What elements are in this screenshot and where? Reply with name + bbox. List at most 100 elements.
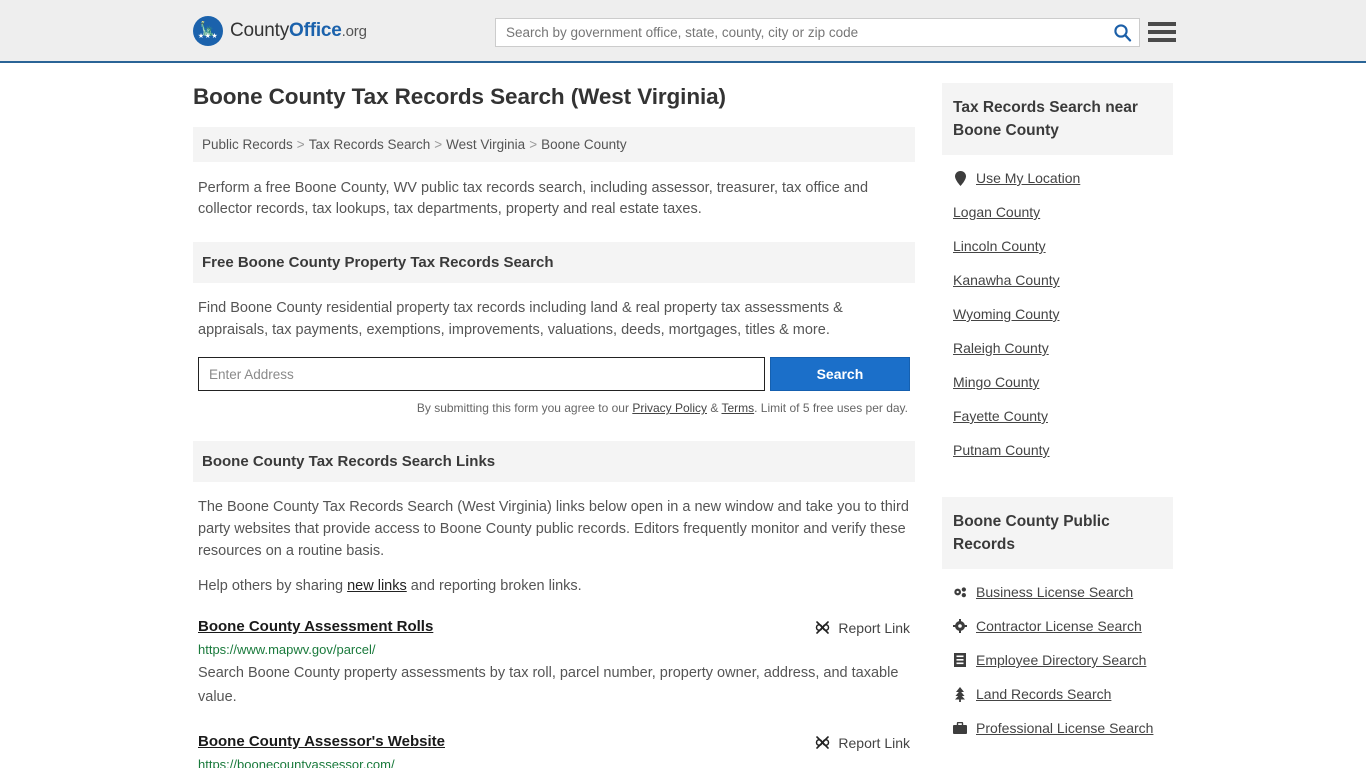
sidebar-item-mingo-county[interactable]: Mingo County xyxy=(953,365,1173,399)
disclaimer-amp: & xyxy=(707,401,722,415)
sidebar-item-land-records-search[interactable]: Land Records Search xyxy=(953,677,1173,711)
book-icon xyxy=(953,653,967,667)
hamburger-menu-icon[interactable] xyxy=(1148,19,1176,45)
breadcrumb-item-west-virginia[interactable]: West Virginia xyxy=(446,137,525,152)
sidebar-item-kanawha-county[interactable]: Kanawha County xyxy=(953,263,1173,297)
sidebar-item-label[interactable]: Raleigh County xyxy=(953,340,1049,356)
disclaimer-suffix: . Limit of 5 free uses per day. xyxy=(754,401,908,415)
search-button[interactable] xyxy=(1105,19,1139,46)
cogs-icon xyxy=(953,586,967,599)
links-section-body: The Boone County Tax Records Search (Wes… xyxy=(193,482,915,562)
logo-text-org: .org xyxy=(341,22,367,40)
report-link-label: Report Link xyxy=(838,734,910,751)
list-item: Boone County Assessment Rolls Report Lin… xyxy=(193,618,915,709)
report-link-label: Report Link xyxy=(838,619,910,636)
terms-link[interactable]: Terms xyxy=(721,401,754,415)
logo-text-county: County xyxy=(230,19,290,41)
broken-link-icon xyxy=(816,621,830,634)
new-links-link[interactable]: new links xyxy=(347,578,407,594)
breadcrumb: Public Records > Tax Records Search > West V… xyxy=(193,127,915,162)
briefcase-icon xyxy=(953,722,967,734)
sidebar-item-label[interactable]: Kanawha County xyxy=(953,272,1060,288)
breadcrumb-separator: > xyxy=(434,137,443,152)
links-section-description: The Boone County Tax Records Search (Wes… xyxy=(198,499,909,559)
helper-suffix: and reporting broken links. xyxy=(406,578,582,594)
list-item: Boone County Assessor's Website Report L… xyxy=(193,733,915,768)
result-link-title[interactable]: Boone County Assessor's Website xyxy=(198,733,445,750)
hamburger-bar xyxy=(1148,30,1176,34)
report-link-button[interactable]: Report Link xyxy=(814,733,910,751)
breadcrumb-item-public-records[interactable]: Public Records xyxy=(202,137,293,152)
hamburger-bar xyxy=(1148,22,1176,26)
logo-wordmark: CountyOffice.org xyxy=(230,20,367,42)
result-link-title[interactable]: Boone County Assessment Rolls xyxy=(198,618,433,635)
sidebar-item-professional-license-search[interactable]: Professional License Search xyxy=(953,711,1173,745)
breadcrumb-item-boone-county[interactable]: Boone County xyxy=(541,137,627,152)
sidebar-item-label[interactable]: Business License Search xyxy=(976,584,1133,600)
sidebar-item-employee-directory-search[interactable]: Employee Directory Search xyxy=(953,643,1173,677)
sidebar-public-records-block: Boone County Public Records Business Lic… xyxy=(942,497,1173,745)
sidebar-item-wyoming-county[interactable]: Wyoming County xyxy=(953,297,1173,331)
sidebar-item-label[interactable]: Wyoming County xyxy=(953,306,1059,322)
sidebar: Tax Records Search near Boone County Use… xyxy=(942,83,1173,768)
eagle-icon: 🗽 xyxy=(199,20,217,36)
sidebar-item-lincoln-county[interactable]: Lincoln County xyxy=(953,229,1173,263)
site-logo[interactable]: 🗽 ★★★ CountyOffice.org xyxy=(193,15,367,46)
broken-link-icon xyxy=(816,736,830,749)
sidebar-item-fayette-county[interactable]: Fayette County xyxy=(953,399,1173,433)
sidebar-item-label[interactable]: Professional License Search xyxy=(976,720,1153,736)
sidebar-item-label[interactable]: Use My Location xyxy=(976,170,1080,186)
links-section: Boone County Tax Records Search Links Th… xyxy=(193,441,915,768)
address-search-form: Search xyxy=(198,357,910,391)
breadcrumb-separator: > xyxy=(296,137,305,152)
global-search-bar[interactable] xyxy=(495,18,1140,47)
report-link-button[interactable]: Report Link xyxy=(814,618,910,636)
main-content: Boone County Tax Records Search (West Vi… xyxy=(193,83,915,768)
page-title: Boone County Tax Records Search (West Vi… xyxy=(193,84,726,109)
breadcrumb-item-tax-records-search[interactable]: Tax Records Search xyxy=(309,137,431,152)
privacy-policy-link[interactable]: Privacy Policy xyxy=(632,401,707,415)
search-icon xyxy=(1113,24,1131,42)
sidebar-item-label[interactable]: Lincoln County xyxy=(953,238,1046,254)
site-header: 🗽 ★★★ CountyOffice.org xyxy=(0,0,1366,63)
sidebar-item-raleigh-county[interactable]: Raleigh County xyxy=(953,331,1173,365)
property-search-panel: Find Boone County residential property t… xyxy=(193,283,915,415)
sidebar-item-label[interactable]: Putnam County xyxy=(953,442,1050,458)
sidebar-item-business-license-search[interactable]: Business License Search xyxy=(953,575,1173,609)
share-links-helper: Help others by sharing new links and rep… xyxy=(193,578,915,594)
sidebar-item-logan-county[interactable]: Logan County xyxy=(953,195,1173,229)
sidebar-item-contractor-license-search[interactable]: Contractor License Search xyxy=(953,609,1173,643)
breadcrumb-separator: > xyxy=(529,137,538,152)
search-input[interactable] xyxy=(496,19,1105,46)
sidebar-item-putnam-county[interactable]: Putnam County xyxy=(953,433,1173,467)
sidebar-item-label[interactable]: Fayette County xyxy=(953,408,1048,424)
location-pin-icon xyxy=(953,170,967,186)
property-search-description: Find Boone County residential property t… xyxy=(198,300,843,338)
sidebar-item-label[interactable]: Mingo County xyxy=(953,374,1039,390)
page-intro-text: Perform a free Boone County, WV public t… xyxy=(198,180,869,217)
disclaimer-prefix: By submitting this form you agree to our xyxy=(416,401,633,415)
property-search-heading: Free Boone County Property Tax Records S… xyxy=(193,242,915,283)
sidebar-item-label[interactable]: Land Records Search xyxy=(976,686,1111,702)
sidebar-item-label[interactable]: Contractor License Search xyxy=(976,618,1142,634)
sidebar-item-label[interactable]: Logan County xyxy=(953,204,1040,220)
links-section-heading: Boone County Tax Records Search Links xyxy=(193,441,915,482)
result-link-url[interactable]: https://boonecountyassessor.com/ xyxy=(198,757,910,768)
logo-text-office: Office xyxy=(289,19,342,41)
sidebar-item-label[interactable]: Employee Directory Search xyxy=(976,652,1146,668)
page-body: Boone County Tax Records Search (West Vi… xyxy=(0,63,1366,768)
helper-prefix: Help others by sharing xyxy=(198,578,348,594)
sidebar-item-use-my-location[interactable]: Use My Location xyxy=(953,161,1173,195)
address-input[interactable] xyxy=(198,357,765,391)
sidebar-public-records-list: Business License Search Contractor Licen… xyxy=(942,569,1173,745)
countyoffice-emblem-icon: 🗽 ★★★ xyxy=(193,15,223,46)
form-disclaimer: By submitting this form you agree to our… xyxy=(198,401,910,415)
gear-icon xyxy=(953,619,967,633)
sidebar-nearby-list: Use My Location Logan County Lincoln Cou… xyxy=(942,155,1173,467)
address-search-submit-button[interactable]: Search xyxy=(769,357,910,391)
stars-icon: ★★★ xyxy=(197,32,219,40)
sidebar-nearby-heading: Tax Records Search near Boone County xyxy=(942,83,1173,155)
result-link-url[interactable]: https://www.mapwv.gov/parcel/ xyxy=(198,642,910,657)
hamburger-bar xyxy=(1148,38,1176,42)
tree-icon xyxy=(953,686,967,702)
